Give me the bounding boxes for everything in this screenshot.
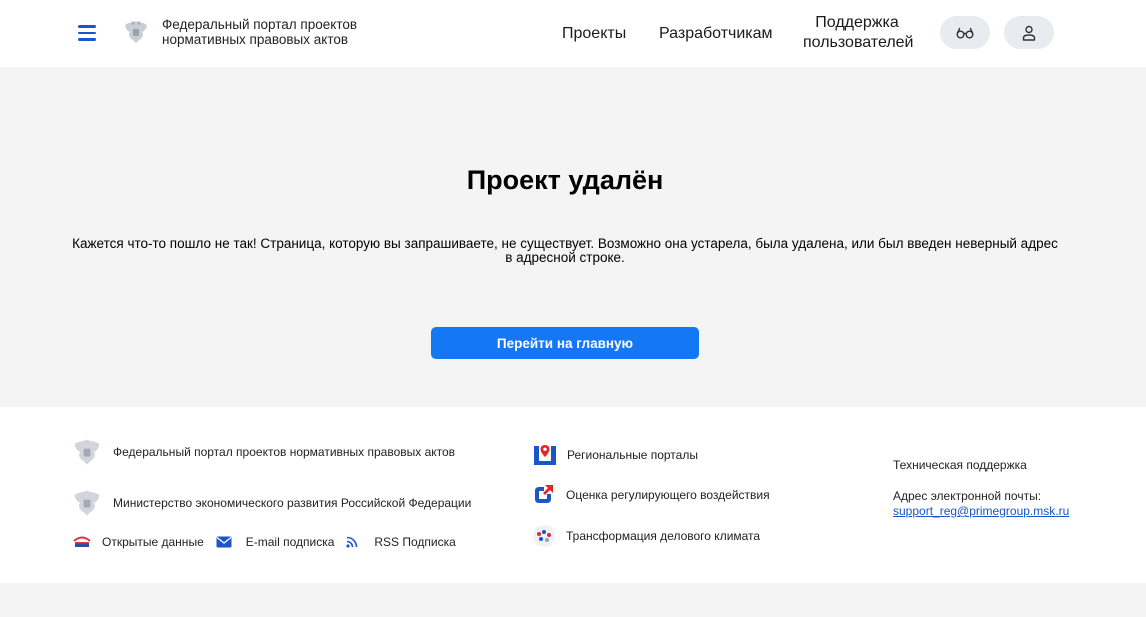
business-climate-icon xyxy=(533,525,555,547)
portal-title-line2: нормативных правовых актов xyxy=(162,32,349,47)
nav-projects[interactable]: Проекты xyxy=(562,24,626,44)
error-message: Кажется что-то пошло не так! Страница, к… xyxy=(60,237,1070,265)
email-subscription-label: E-mail подписка xyxy=(245,535,335,549)
header: Федеральный портал проектов нормативных … xyxy=(0,0,1146,67)
email-subscription-link[interactable]: E-mail подписка xyxy=(216,535,335,549)
footer-ministry-link[interactable]: Министерство экономического развития Рос… xyxy=(70,486,471,520)
footer-federal-portal-link[interactable]: Федеральный портал проектов нормативных … xyxy=(70,435,455,469)
nav-user-support-line2: пользователей xyxy=(803,34,914,51)
open-data-icon xyxy=(73,536,91,547)
regulatory-assessment-label: Оценка регулирующего воздействия xyxy=(566,488,770,502)
footer-federal-portal-label: Федеральный портал проектов нормативных … xyxy=(113,445,456,459)
business-climate-label: Трансформация делового климата xyxy=(566,529,761,543)
glasses-icon xyxy=(956,27,974,38)
go-home-button[interactable]: Перейти на главную xyxy=(431,327,699,359)
error-message-line2: в адресной строке. xyxy=(505,250,625,265)
user-profile-button[interactable] xyxy=(1004,16,1054,49)
open-data-label: Открытые данные xyxy=(102,535,204,549)
rss-subscription-label: RSS Подписка xyxy=(374,535,456,549)
coat-of-arms-icon xyxy=(70,486,104,520)
regional-portals-link[interactable]: Региональные порталы xyxy=(532,443,698,467)
main-content: Проект удалён Кажется что-то пошло не та… xyxy=(0,67,1146,407)
page-title: Проект удалён xyxy=(466,165,664,195)
coat-of-arms-icon[interactable] xyxy=(121,17,151,47)
email-label: Адрес электронной почты: xyxy=(893,489,1042,503)
regional-portals-label: Региональные порталы xyxy=(567,448,698,462)
business-climate-link[interactable]: Трансформация делового климата xyxy=(532,524,760,548)
regulatory-assessment-icon xyxy=(535,485,553,503)
open-data-link[interactable]: Открытые данные xyxy=(72,535,204,549)
error-message-line1: Кажется что-то пошло не так! Страница, к… xyxy=(72,236,1058,251)
support-email-link[interactable]: support_reg@primegroup.msk.ru xyxy=(893,504,1069,518)
user-icon xyxy=(1022,25,1036,41)
menu-icon[interactable] xyxy=(78,25,96,41)
nav-developers[interactable]: Разработчикам xyxy=(659,24,773,44)
accessibility-button[interactable] xyxy=(940,16,990,49)
rss-icon xyxy=(346,536,358,548)
tech-support-heading: Техническая поддержка xyxy=(893,458,1027,472)
portal-title-line1: Федеральный портал проектов xyxy=(162,17,358,32)
footer: Федеральный портал проектов нормативных … xyxy=(0,407,1146,583)
nav-user-support-line1: Поддержка xyxy=(815,14,899,31)
rss-subscription-link[interactable]: RSS Подписка xyxy=(346,535,456,549)
footer-subscription-links: Открытые данные E-mail подписка RSS Подп… xyxy=(72,535,468,549)
portal-title[interactable]: Федеральный портал проектов нормативных … xyxy=(162,17,402,47)
regional-portals-icon xyxy=(534,445,556,465)
nav-user-support[interactable]: Поддержка пользователей xyxy=(803,13,914,53)
coat-of-arms-icon xyxy=(70,435,104,469)
regulatory-assessment-link[interactable]: Оценка регулирующего воздействия xyxy=(532,484,770,506)
footer-ministry-label: Министерство экономического развития Рос… xyxy=(113,496,472,510)
envelope-icon xyxy=(216,536,232,548)
